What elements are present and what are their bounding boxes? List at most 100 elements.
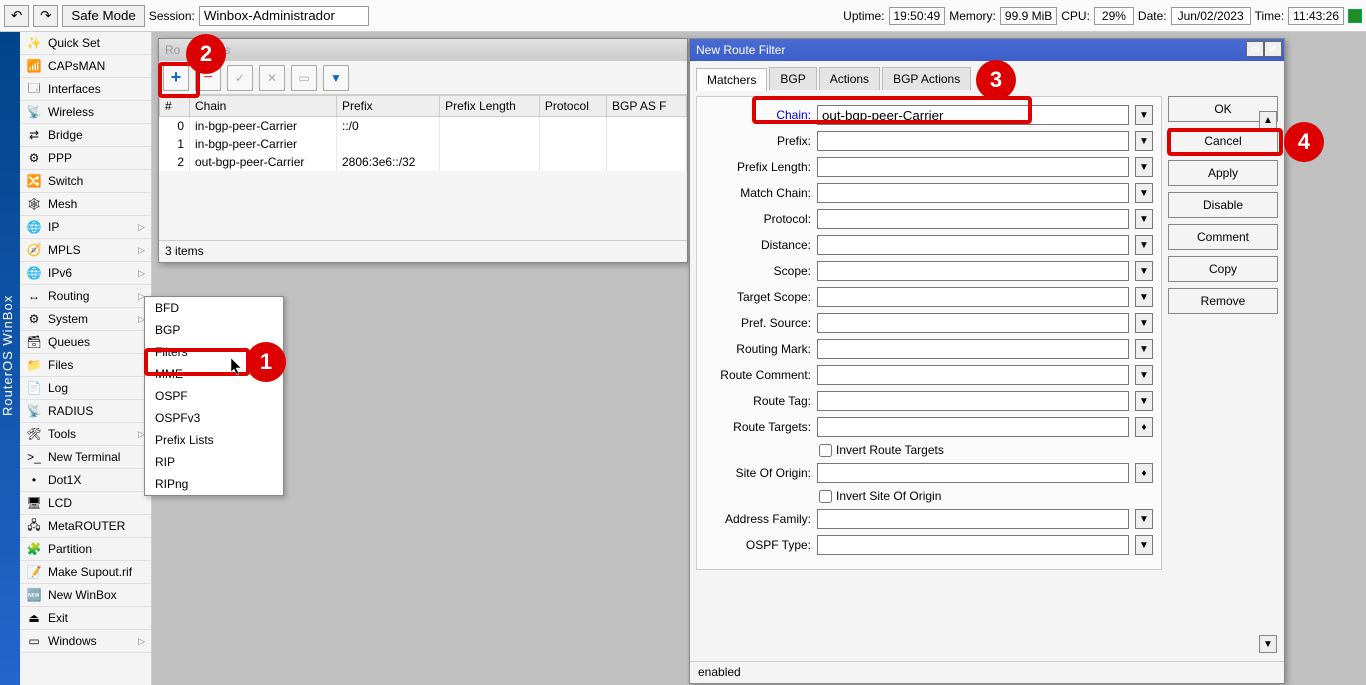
distance-dd[interactable]: ▼ — [1135, 235, 1153, 255]
tab-bgp[interactable]: BGP — [769, 67, 816, 90]
scroll-down-icon[interactable]: ▼ — [1259, 635, 1277, 653]
scope-input[interactable] — [817, 261, 1129, 281]
routecomment-dd[interactable]: ▼ — [1135, 365, 1153, 385]
submenu-item-mme[interactable]: MME — [145, 363, 283, 385]
protocol-dd[interactable]: ▼ — [1135, 209, 1153, 229]
routingmark-input[interactable] — [817, 339, 1129, 359]
sidebar-item-radius[interactable]: 📡RADIUS — [20, 400, 151, 423]
minimize-button[interactable]: ▭ — [1246, 41, 1264, 57]
column-header[interactable]: Protocol — [539, 96, 606, 117]
submenu-item-ripng[interactable]: RIPng — [145, 473, 283, 495]
sidebar-item-mesh[interactable]: 🕸Mesh — [20, 193, 151, 216]
column-header[interactable]: Prefix Length — [440, 96, 540, 117]
prefix-input[interactable] — [817, 131, 1129, 151]
sidebar-item-make-supout-rif[interactable]: 📝Make Supout.rif — [20, 561, 151, 584]
remove-button[interactable]: − — [195, 65, 221, 91]
chain-dropdown-icon[interactable]: ▼ — [1135, 105, 1153, 125]
filter-button[interactable]: ▼ — [323, 65, 349, 91]
prefixlength-dd[interactable]: ▼ — [1135, 157, 1153, 177]
sidebar-item-partition[interactable]: 🧩Partition — [20, 538, 151, 561]
submenu-item-ospf[interactable]: OSPF — [145, 385, 283, 407]
sidebar-item-capsman[interactable]: 📶CAPsMAN — [20, 55, 151, 78]
submenu-item-prefix-lists[interactable]: Prefix Lists — [145, 429, 283, 451]
route-filters-titlebar[interactable]: Ro s — [159, 39, 687, 61]
undo-button[interactable]: ↶ — [4, 5, 29, 27]
addressfamily-dd[interactable]: ▼ — [1135, 509, 1153, 529]
siteoforigin-input[interactable] — [817, 463, 1129, 483]
submenu-item-filters[interactable]: Filters — [145, 341, 283, 363]
prefixlength-input[interactable] — [817, 157, 1129, 177]
table-row[interactable]: 2out-bgp-peer-Carrier2806:3e6::/32 — [160, 153, 687, 171]
tab-bgp-actions[interactable]: BGP Actions — [882, 67, 971, 90]
column-header[interactable]: BGP AS F — [607, 96, 687, 117]
redo-button[interactable]: ↷ — [33, 5, 58, 27]
column-header[interactable]: # — [160, 96, 190, 117]
invert-site-checkbox[interactable] — [819, 490, 832, 503]
matchchain-input[interactable] — [817, 183, 1129, 203]
sidebar-item-exit[interactable]: ⏏Exit — [20, 607, 151, 630]
tab-actions[interactable]: Actions — [819, 67, 880, 90]
form-scrollbar[interactable]: ▲ ▼ — [1258, 111, 1278, 653]
submenu-item-rip[interactable]: RIP — [145, 451, 283, 473]
sidebar-item-files[interactable]: 📁Files — [20, 354, 151, 377]
targetscope-dd[interactable]: ▼ — [1135, 287, 1153, 307]
sidebar-item-interfaces[interactable]: 🗔Interfaces — [20, 78, 151, 101]
sidebar-item-windows[interactable]: ▭Windows▷ — [20, 630, 151, 653]
routetag-dd[interactable]: ▼ — [1135, 391, 1153, 411]
sidebar-item-tools[interactable]: 🛠Tools▷ — [20, 423, 151, 446]
sidebar-item-quick-set[interactable]: ✨Quick Set — [20, 32, 151, 55]
sidebar-item-ppp[interactable]: ⚙PPP — [20, 147, 151, 170]
scope-dd[interactable]: ▼ — [1135, 261, 1153, 281]
sidebar-item-ip[interactable]: 🌐IP▷ — [20, 216, 151, 239]
sidebar-item-mpls[interactable]: 🧭MPLS▷ — [20, 239, 151, 262]
sidebar-item-lcd[interactable]: 🖥LCD — [20, 492, 151, 515]
sidebar-item-wireless[interactable]: 📡Wireless — [20, 101, 151, 124]
targetscope-input[interactable] — [817, 287, 1129, 307]
invert-route-targets-checkbox[interactable] — [819, 444, 832, 457]
safe-mode-button[interactable]: Safe Mode — [62, 5, 144, 27]
sidebar-item-new-winbox[interactable]: 🆕New WinBox — [20, 584, 151, 607]
distance-input[interactable] — [817, 235, 1129, 255]
prefix-dd[interactable]: ▼ — [1135, 131, 1153, 151]
close-button[interactable]: ✕ — [1264, 41, 1282, 57]
tab-matchers[interactable]: Matchers — [696, 68, 767, 91]
submenu-item-bgp[interactable]: BGP — [145, 319, 283, 341]
session-input[interactable] — [199, 6, 369, 26]
sidebar-item-system[interactable]: ⚙System▷ — [20, 308, 151, 331]
nrf-titlebar[interactable]: New Route Filter ▭ ✕ — [690, 39, 1284, 61]
ospftype-dd[interactable]: ▼ — [1135, 535, 1153, 555]
routecomment-input[interactable] — [817, 365, 1129, 385]
sidebar-item-queues[interactable]: 🗃Queues — [20, 331, 151, 354]
add-button[interactable]: + — [163, 65, 189, 91]
column-header[interactable]: Chain — [190, 96, 337, 117]
sidebar-item-routing[interactable]: ↔Routing▷ — [20, 285, 151, 308]
prefsource-input[interactable] — [817, 313, 1129, 333]
disable-button[interactable]: ✕ — [259, 65, 285, 91]
routingmark-dd[interactable]: ▼ — [1135, 339, 1153, 359]
column-header[interactable]: Prefix — [337, 96, 440, 117]
submenu-item-bfd[interactable]: BFD — [145, 297, 283, 319]
submenu-item-ospfv3[interactable]: OSPFv3 — [145, 407, 283, 429]
sidebar-item-log[interactable]: 📄Log — [20, 377, 151, 400]
routetargets-input[interactable] — [817, 417, 1129, 437]
addressfamily-input[interactable] — [817, 509, 1129, 529]
comment-button[interactable]: ▭ — [291, 65, 317, 91]
matchchain-dd[interactable]: ▼ — [1135, 183, 1153, 203]
chain-input[interactable] — [817, 105, 1129, 125]
sidebar-item-bridge[interactable]: ⇄Bridge — [20, 124, 151, 147]
routetag-input[interactable] — [817, 391, 1129, 411]
sidebar-item-new-terminal[interactable]: >_New Terminal — [20, 446, 151, 469]
scroll-up-icon[interactable]: ▲ — [1259, 111, 1277, 129]
table-row[interactable]: 1in-bgp-peer-Carrier — [160, 135, 687, 153]
siteoforigin-dd[interactable]: ♦ — [1135, 463, 1153, 483]
enable-button[interactable]: ✓ — [227, 65, 253, 91]
sidebar-item-metarouter[interactable]: 🖧MetaROUTER — [20, 515, 151, 538]
sidebar-item-dot1x[interactable]: •Dot1X — [20, 469, 151, 492]
table-row[interactable]: 0in-bgp-peer-Carrier::/0 — [160, 117, 687, 136]
sidebar-item-switch[interactable]: 🔀Switch — [20, 170, 151, 193]
prefsource-dd[interactable]: ▼ — [1135, 313, 1153, 333]
sidebar-item-ipv6[interactable]: 🌐IPv6▷ — [20, 262, 151, 285]
protocol-input[interactable] — [817, 209, 1129, 229]
ospftype-input[interactable] — [817, 535, 1129, 555]
routetargets-dd[interactable]: ♦ — [1135, 417, 1153, 437]
